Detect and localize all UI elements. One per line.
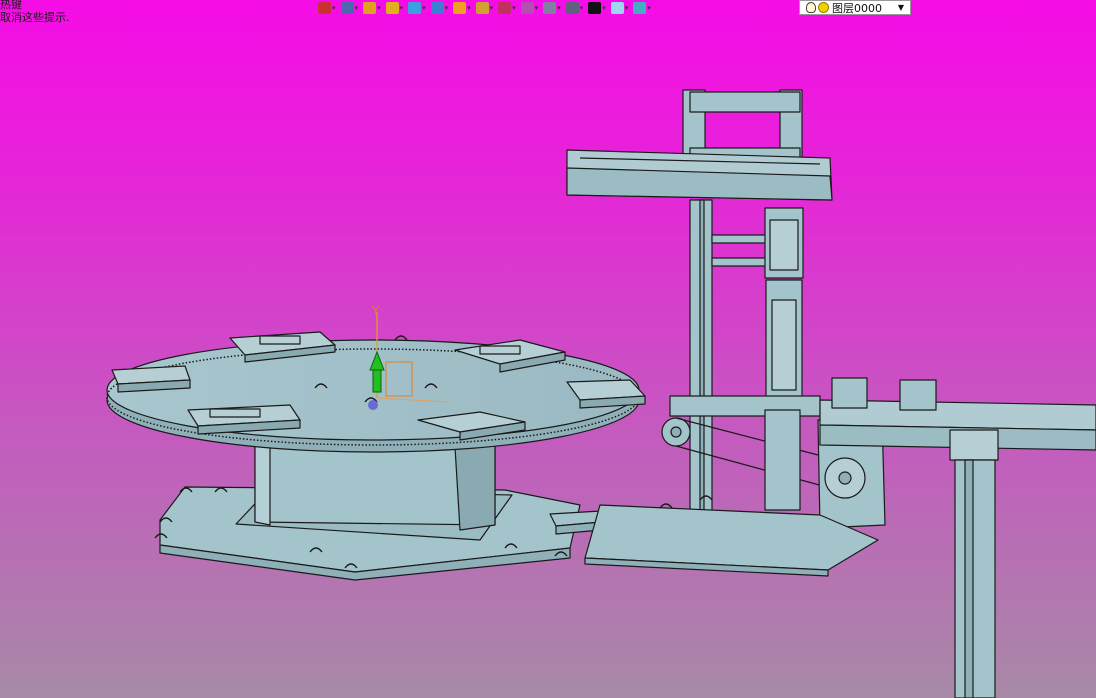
box-button[interactable]: ▾ (385, 1, 404, 16)
fill-color-button[interactable]: ▾ (610, 1, 629, 16)
layer-name: 图层0000 (832, 1, 882, 15)
sun-icon[interactable] (818, 2, 829, 13)
solid-icon (408, 2, 422, 14)
zoom-button[interactable]: ▾ (475, 1, 494, 16)
chevron-down-icon[interactable]: ▾ (377, 2, 381, 14)
solid-button[interactable]: ▾ (408, 1, 426, 16)
layer-dropdown[interactable]: 图层0000 ▼ (799, 0, 911, 15)
chevron-down-icon[interactable]: ▾ (557, 2, 561, 14)
line-color-icon (588, 2, 602, 14)
fixture-3 (111, 365, 191, 393)
layers-icon (633, 2, 647, 14)
top-frame (682, 89, 803, 163)
hint-text: 热键 取消这些提示. (0, 0, 70, 24)
layers-button[interactable]: ▾ (633, 1, 651, 16)
monitor-button[interactable]: ▾ (565, 1, 584, 16)
chevron-down-icon[interactable]: ▾ (535, 2, 539, 14)
render-icon (453, 2, 467, 14)
chevron-down-icon[interactable]: ▾ (422, 2, 426, 14)
chevron-down-icon[interactable]: ▾ (602, 2, 606, 14)
chevron-down-icon[interactable]: ▾ (400, 2, 404, 14)
hint-line-2: 取消这些提示. (0, 11, 70, 24)
line-color-button[interactable]: ▾ (588, 1, 606, 16)
chevron-down-icon[interactable]: ▾ (580, 2, 584, 14)
page-icon (520, 2, 534, 14)
3d-viewport[interactable]: Y (0, 0, 1096, 698)
select-button[interactable]: ▾ (318, 1, 336, 16)
chevron-down-icon[interactable]: ▾ (490, 2, 494, 14)
cad-model (106, 89, 1096, 698)
chevron-down-icon[interactable]: ▾ (512, 2, 516, 14)
chevron-down-icon[interactable]: ▾ (625, 2, 629, 14)
page-button[interactable]: ▾ (520, 1, 539, 16)
zoom-icon (475, 2, 489, 14)
monitor-icon (565, 2, 579, 14)
chevron-down-icon[interactable]: ▾ (647, 2, 651, 14)
move-button[interactable]: ▾ (498, 1, 516, 16)
axis-label-y: Y (372, 304, 380, 318)
move-icon (498, 2, 512, 14)
chevron-down-icon[interactable]: ▾ (445, 2, 449, 14)
pencil-icon (363, 2, 377, 14)
chevron-down-icon[interactable]: ▼ (898, 3, 904, 12)
view-button[interactable]: ▾ (543, 1, 561, 16)
support-leg (949, 429, 999, 698)
render-button[interactable]: ▾ (453, 1, 471, 16)
toolbar: ▾ ▾ ▾ ▾ ▾ ▾ ▾ ▾ ▾ ▾ ▾ ▾ ▾ ▾ ▾ (318, 0, 656, 16)
lightbulb-icon[interactable] (806, 2, 816, 13)
sketch-icon (340, 2, 354, 14)
view-icon (543, 2, 557, 14)
horizontal-beam (566, 149, 833, 201)
chevron-down-icon[interactable]: ▾ (332, 2, 336, 14)
chevron-down-icon[interactable]: ▾ (467, 2, 471, 14)
box-icon (385, 2, 399, 14)
chevron-down-icon[interactable]: ▾ (355, 2, 359, 14)
cube-button[interactable]: ▾ (430, 1, 449, 16)
select-icon (318, 2, 331, 14)
pedestal (235, 439, 513, 541)
z-axis-actuator (764, 207, 804, 401)
pencil-button[interactable]: ▾ (363, 1, 381, 16)
hint-line-1: 热键 (0, 0, 22, 11)
cube-icon (430, 2, 444, 14)
sketch-button[interactable]: ▾ (340, 1, 359, 16)
fill-color-icon (610, 2, 624, 14)
